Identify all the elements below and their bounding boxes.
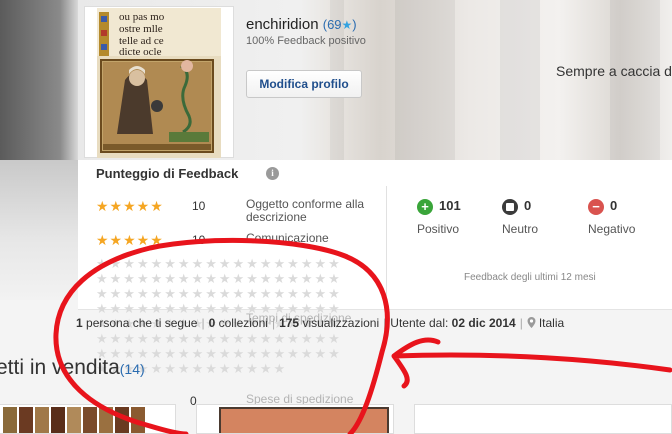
items-for-sale-heading: etti in vendita(14) bbox=[0, 356, 145, 380]
book-spine bbox=[99, 407, 113, 433]
avatar-manuscript-image: ou pas mo ostre mlle telle ad ce dicte o… bbox=[97, 8, 221, 158]
positive-feedback-percent: 100% Feedback positivo bbox=[246, 35, 366, 47]
stat-label: Negativo bbox=[588, 222, 636, 236]
page-shadow bbox=[0, 160, 78, 300]
rating-label: Oggetto conforme alla descrizione bbox=[246, 197, 365, 224]
stat-value: 0 bbox=[610, 198, 618, 213]
location: Italia bbox=[538, 316, 565, 330]
banner-book-spine bbox=[500, 0, 540, 160]
star-icon: ★ bbox=[341, 18, 353, 32]
stat-value: 0 bbox=[524, 198, 532, 213]
collections-label: collezioni bbox=[215, 316, 268, 330]
feedback-title: Punteggio di Feedback bbox=[96, 166, 239, 181]
avatar-script-line: ou pas mo bbox=[119, 11, 165, 23]
rating-stars: ★★★★★ bbox=[96, 198, 164, 214]
rating-count: 10 bbox=[192, 233, 206, 247]
member-since-date: 02 dic 2014 bbox=[451, 316, 516, 330]
score-close: ) bbox=[352, 17, 357, 32]
item-thumbnail[interactable] bbox=[196, 404, 394, 434]
views-label: visualizzazioni bbox=[299, 316, 380, 330]
feedback-period: Feedback degli ultimi 12 mesi bbox=[464, 272, 596, 283]
book-spine bbox=[83, 407, 97, 433]
separator: | bbox=[271, 316, 276, 330]
separator: | bbox=[383, 316, 387, 330]
rating-count: 10 bbox=[192, 199, 206, 213]
followers-label: persona che ti segue bbox=[82, 316, 198, 330]
annotation-arrow bbox=[391, 337, 672, 389]
avatar-script-line: dicte ocle bbox=[119, 46, 162, 58]
feedback-score-link[interactable]: (69★) bbox=[323, 17, 357, 32]
book-spine bbox=[115, 407, 129, 433]
banner-book-spine bbox=[610, 0, 660, 160]
separator: | bbox=[201, 316, 205, 330]
separator: | bbox=[519, 316, 523, 330]
user-name-row: enchiridion (69★) bbox=[246, 16, 357, 33]
book-spine bbox=[19, 407, 33, 433]
document-cover bbox=[219, 407, 389, 433]
followers-count: 1 bbox=[76, 316, 83, 330]
book-spine bbox=[51, 407, 65, 433]
rating-label: Comunicazione bbox=[246, 231, 329, 245]
feedback-divider bbox=[386, 186, 387, 310]
views-count: 175 bbox=[279, 316, 300, 330]
square-circle-icon bbox=[502, 199, 518, 215]
plus-circle-icon: + bbox=[417, 199, 433, 215]
book-spine bbox=[67, 407, 81, 433]
book-spine bbox=[35, 407, 49, 433]
banner-book-spine bbox=[395, 0, 455, 160]
username[interactable]: enchiridion bbox=[246, 16, 319, 33]
profile-stats-line: 1 persona che ti segue | 0 collezioni | 175 … bbox=[76, 316, 564, 330]
stat-label: Positivo bbox=[417, 222, 460, 236]
book-spine bbox=[3, 407, 17, 433]
rating-stars: ★★★★★ bbox=[96, 232, 164, 248]
edit-profile-button[interactable]: Modifica profilo bbox=[246, 70, 362, 98]
item-thumbnail[interactable] bbox=[414, 404, 672, 434]
profile-slogan: Sempre a caccia d bbox=[556, 63, 672, 79]
profile-avatar[interactable]: ou pas mo ostre mlle telle ad ce dicte o… bbox=[84, 6, 234, 158]
info-icon[interactable]: i bbox=[266, 167, 279, 180]
items-count-link[interactable]: (14) bbox=[120, 361, 145, 377]
avatar-script-line: ostre mlle bbox=[119, 23, 163, 35]
followers-link[interactable]: 1 persona che ti segue bbox=[76, 316, 197, 330]
minus-circle-icon: − bbox=[588, 199, 604, 215]
feedback-score: 69 bbox=[327, 17, 342, 32]
stat-value: 101 bbox=[439, 198, 461, 213]
book-spine bbox=[131, 407, 145, 433]
member-since-label: Utente dal: bbox=[390, 316, 452, 330]
stat-label: Neutro bbox=[502, 222, 539, 236]
collections-link[interactable]: 0 collezioni bbox=[209, 316, 268, 330]
item-thumbnail[interactable] bbox=[0, 404, 176, 434]
items-for-sale-title: etti in vendita bbox=[0, 356, 120, 379]
location-pin-icon bbox=[527, 317, 536, 328]
views-stat: 175 visualizzazioni bbox=[279, 316, 379, 330]
